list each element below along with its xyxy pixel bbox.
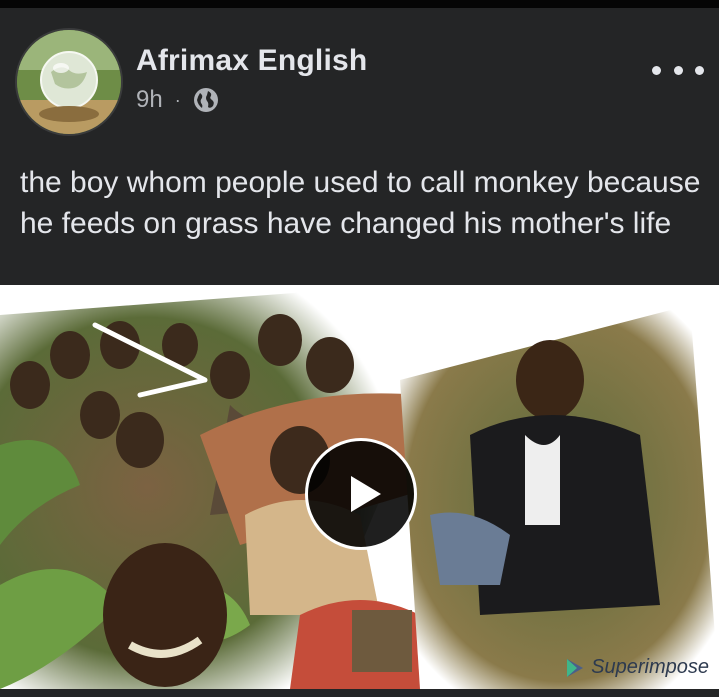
more-dot (695, 65, 704, 75)
meta-separator: · (174, 89, 181, 110)
avatar[interactable] (17, 30, 121, 134)
post-meta: 9h · (136, 86, 219, 114)
author-name[interactable]: Afrimax English (136, 44, 367, 78)
top-bar (0, 0, 719, 8)
video-thumbnail[interactable]: Superimpose (0, 285, 719, 689)
post-time[interactable]: 9h (136, 86, 163, 114)
more-dot (652, 65, 661, 75)
more-dot (673, 65, 683, 75)
superimpose-watermark: Superimpose (565, 656, 709, 679)
play-icon (351, 476, 381, 512)
play-button[interactable] (305, 438, 417, 550)
more-options-icon[interactable] (652, 56, 704, 84)
post-caption: the boy whom people used to call monkey … (20, 166, 701, 240)
globe-icon[interactable] (193, 87, 219, 113)
watermark-text: Superimpose (591, 656, 709, 678)
superimpose-logo-icon (567, 658, 584, 677)
